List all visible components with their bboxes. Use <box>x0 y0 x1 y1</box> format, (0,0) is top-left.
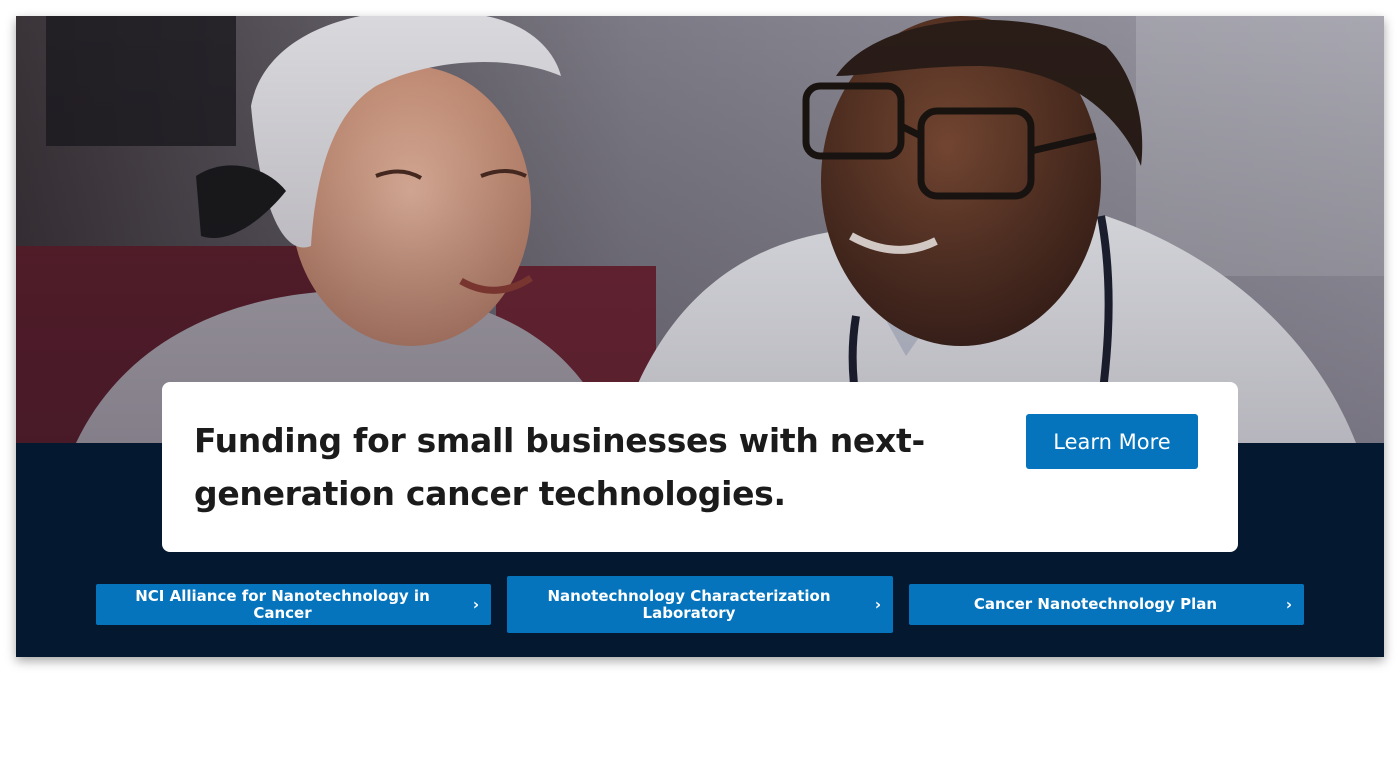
promo-card: Funding for small businesses with next-g… <box>162 382 1238 552</box>
quick-link-label: Nanotechnology Characterization Laborato… <box>547 586 831 622</box>
promo-headline: Funding for small businesses with next-g… <box>194 421 925 513</box>
quick-link-label: NCI Alliance for Nanotechnology in Cance… <box>135 586 430 622</box>
chevron-right-icon: › <box>472 595 479 613</box>
quick-link-nanotechnology-plan[interactable]: Cancer Nanotechnology Plan › <box>909 584 1304 625</box>
quick-link-label: Cancer Nanotechnology Plan <box>973 595 1218 613</box>
chevron-right-icon: › <box>874 595 881 613</box>
hero-section: Funding for small businesses with next-g… <box>16 16 1384 657</box>
quick-links: NCI Alliance for Nanotechnology in Cance… <box>96 576 1304 633</box>
quick-link-characterization-lab[interactable]: Nanotechnology Characterization Laborato… <box>507 576 893 633</box>
learn-more-button[interactable]: Learn More <box>1026 414 1198 469</box>
hero-image <box>16 16 1384 443</box>
chevron-right-icon: › <box>1285 595 1292 613</box>
quick-link-nci-alliance[interactable]: NCI Alliance for Nanotechnology in Cance… <box>96 584 491 625</box>
